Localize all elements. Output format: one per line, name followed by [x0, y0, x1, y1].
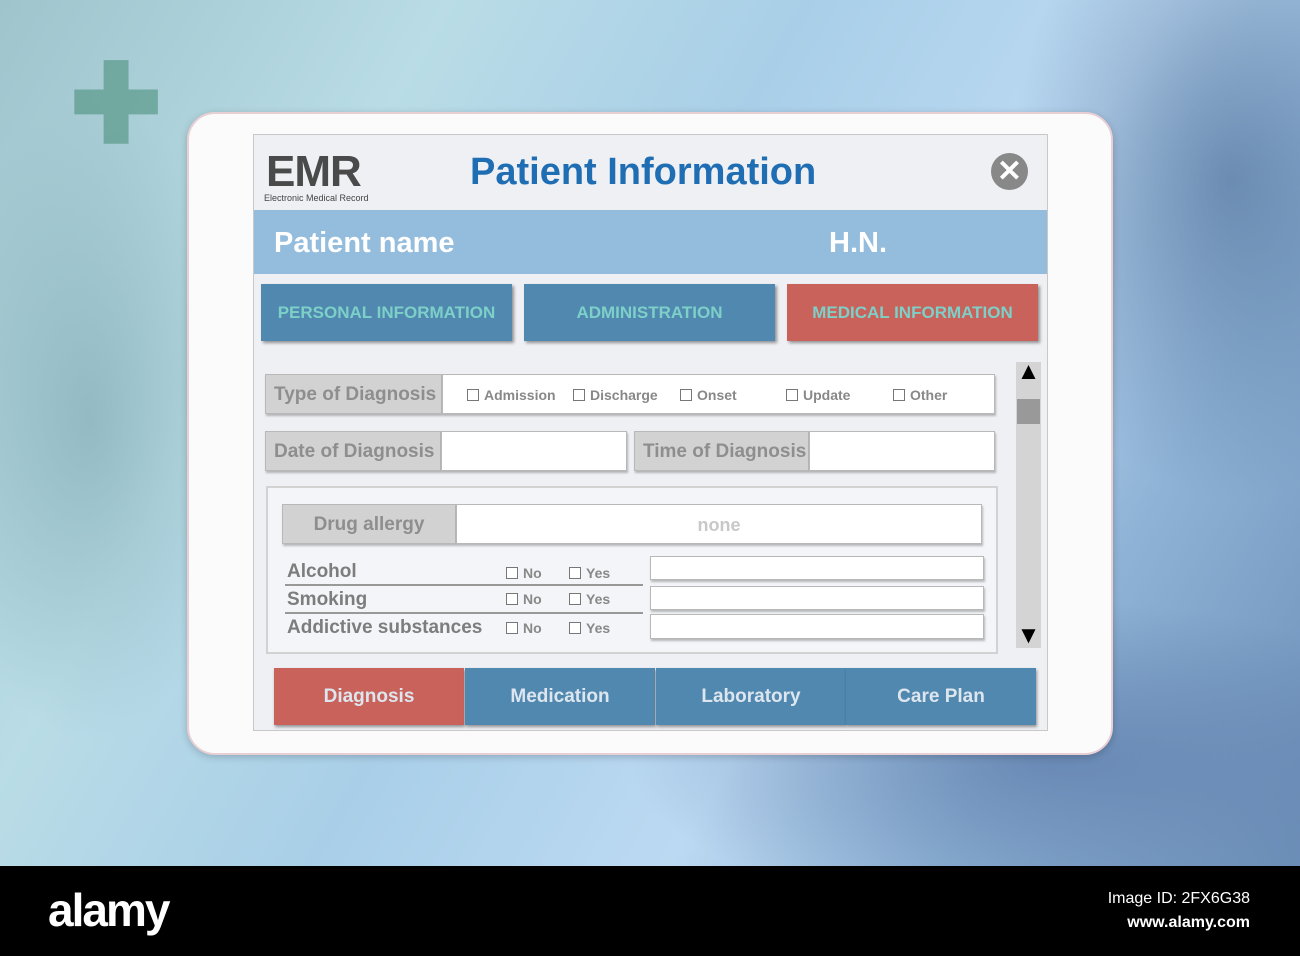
scrollbar[interactable]: ▲ ▼	[1016, 360, 1041, 648]
type-of-diagnosis-options: Admission Discharge Onset Update Other	[442, 374, 995, 414]
divider	[285, 584, 643, 586]
tab-personal-information[interactable]: PERSONAL INFORMATION	[261, 284, 512, 341]
care-plan-button[interactable]: Care Plan	[846, 668, 1036, 725]
tab-administration[interactable]: ADMINISTRATION	[524, 284, 775, 341]
emr-logo-subtitle: Electronic Medical Record	[264, 193, 369, 203]
alcohol-no-checkbox[interactable]: No	[506, 565, 542, 581]
checkbox-admission[interactable]: Admission	[467, 387, 556, 403]
smoking-yes-checkbox[interactable]: Yes	[569, 591, 610, 607]
smoking-notes-input[interactable]	[650, 586, 984, 610]
hn-label: H.N.	[829, 227, 887, 259]
tab-medical-information[interactable]: MEDICAL INFORMATION	[787, 284, 1038, 341]
drug-allergy-input[interactable]: none	[456, 504, 982, 544]
time-of-diagnosis-label: Time of Diagnosis	[634, 431, 809, 471]
medication-button[interactable]: Medication	[465, 668, 655, 725]
drug-allergy-label: Drug allergy	[282, 504, 456, 544]
stock-footer: alamy Image ID: 2FX6G38 www.alamy.com	[0, 866, 1300, 956]
time-of-diagnosis-input[interactable]	[809, 431, 995, 471]
laboratory-button[interactable]: Laboratory	[656, 668, 846, 725]
scroll-thumb[interactable]	[1017, 399, 1040, 425]
alcohol-notes-input[interactable]	[650, 556, 984, 580]
checkbox-discharge[interactable]: Discharge	[573, 387, 658, 403]
patient-name-label: Patient name	[274, 227, 455, 259]
addictive-yes-checkbox[interactable]: Yes	[569, 620, 610, 636]
addictive-no-checkbox[interactable]: No	[506, 620, 542, 636]
addictive-substances-label: Addictive substances	[287, 617, 483, 638]
diagnosis-button[interactable]: Diagnosis	[274, 668, 464, 725]
checkbox-other[interactable]: Other	[893, 387, 947, 403]
date-of-diagnosis-input[interactable]	[441, 431, 627, 471]
medical-cross-icon: ✚	[70, 43, 163, 166]
emr-logo: EMR	[266, 147, 362, 196]
smoking-no-checkbox[interactable]: No	[506, 591, 542, 607]
smoking-label: Smoking	[287, 589, 368, 610]
allergy-habits-panel: Drug allergy none Alcohol No Yes Smoking…	[266, 486, 998, 654]
alcohol-yes-checkbox[interactable]: Yes	[569, 565, 610, 581]
close-icon[interactable]: ✕	[991, 153, 1028, 190]
page-title: Patient Information	[470, 151, 817, 193]
alamy-url: www.alamy.com	[1127, 914, 1250, 931]
alamy-logo: alamy	[48, 884, 170, 936]
scroll-down-icon[interactable]: ▼	[1016, 624, 1041, 648]
date-of-diagnosis-label: Date of Diagnosis	[265, 431, 441, 471]
checkbox-update[interactable]: Update	[786, 387, 850, 403]
divider	[285, 612, 643, 614]
checkbox-onset[interactable]: Onset	[680, 387, 737, 403]
alcohol-label: Alcohol	[287, 561, 357, 582]
type-of-diagnosis-label: Type of Diagnosis	[265, 374, 442, 414]
image-id: Image ID: 2FX6G38	[1107, 890, 1250, 907]
patient-header: Patient name H.N.	[254, 210, 1047, 274]
emr-screen: EMR Electronic Medical Record Patient In…	[253, 134, 1048, 731]
scroll-up-icon[interactable]: ▲	[1016, 360, 1041, 384]
addictive-notes-input[interactable]	[650, 614, 984, 639]
